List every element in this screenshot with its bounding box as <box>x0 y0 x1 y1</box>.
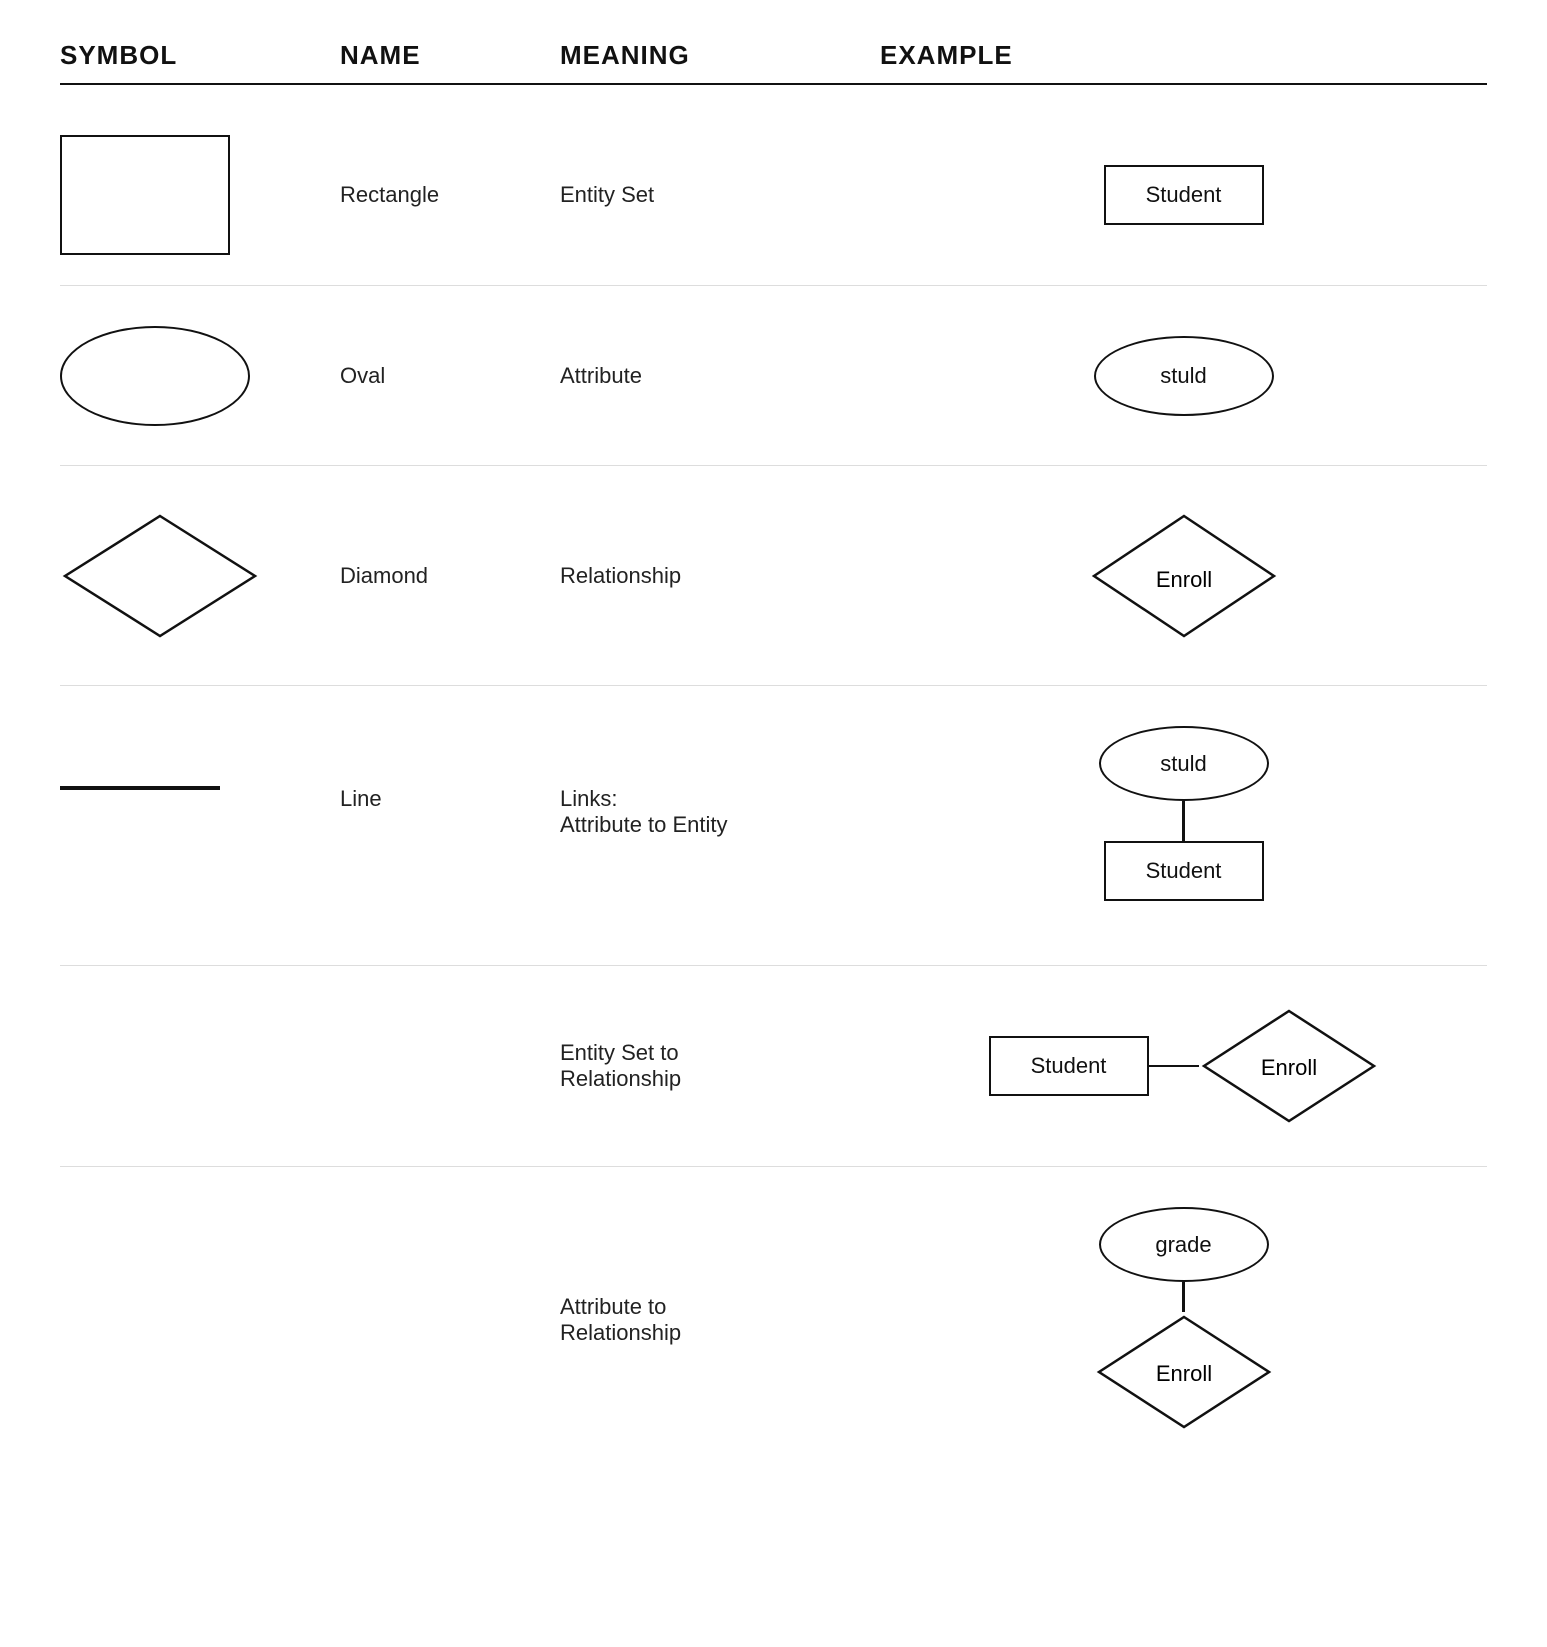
oval-shape <box>60 326 250 426</box>
header-example: EXAMPLE <box>880 40 1487 71</box>
line-example-oval-label: stuld <box>1160 751 1206 777</box>
entity-rel-example-group: Student Enroll <box>989 1006 1379 1126</box>
diamond-shape <box>60 511 260 641</box>
attr-rel-example-group: grade Enroll <box>1094 1207 1274 1432</box>
entity-rel-diamond-label: Enroll <box>1260 1055 1316 1080</box>
entity-rel-diamond: Enroll <box>1199 1006 1379 1126</box>
header-name: NAME <box>340 40 560 71</box>
example-rectangle: Student <box>880 165 1487 225</box>
example-entity-rel: Student Enroll <box>880 1006 1487 1126</box>
entity-rel-rect: Student <box>989 1036 1149 1096</box>
line-shape <box>60 786 220 790</box>
name-rectangle: Rectangle <box>340 182 560 208</box>
meaning-diamond: Relationship <box>560 563 880 589</box>
symbol-line <box>60 726 340 790</box>
table-header: SYMBOL NAME MEANING EXAMPLE <box>60 40 1487 85</box>
attr-rel-diamond-label: Enroll <box>1155 1361 1211 1386</box>
example-oval-shape: stuld <box>1094 336 1274 416</box>
line-example-oval: stuld <box>1099 726 1269 801</box>
example-line: stuld Student <box>880 726 1487 901</box>
attr-rel-oval-label: grade <box>1155 1232 1211 1258</box>
symbol-rectangle <box>60 135 340 255</box>
meaning-line: Links: Attribute to Entity <box>560 726 880 838</box>
attr-rel-diamond: Enroll <box>1094 1312 1274 1432</box>
line-example-group: stuld Student <box>1099 726 1269 901</box>
meaning-entity-rel: Entity Set to Relationship <box>560 1040 880 1092</box>
meaning-rectangle: Entity Set <box>560 182 880 208</box>
example-rectangle-label: Student <box>1146 182 1222 208</box>
line-example-rect-label: Student <box>1146 858 1222 884</box>
example-diamond-shape: Enroll <box>1089 511 1279 641</box>
entity-rel-rect-label: Student <box>1031 1053 1107 1079</box>
example-diamond: Enroll <box>880 511 1487 641</box>
name-oval: Oval <box>340 363 560 389</box>
example-rectangle-shape: Student <box>1104 165 1264 225</box>
name-line: Line <box>340 726 560 812</box>
row-line: Line Links: Attribute to Entity stuld St… <box>60 686 1487 966</box>
meaning-attr-rel-1: Attribute to <box>560 1294 666 1319</box>
attr-rel-oval: grade <box>1099 1207 1269 1282</box>
meaning-attr-rel: Attribute to Relationship <box>560 1294 880 1346</box>
row-attribute-to-relationship: Attribute to Relationship grade Enroll <box>60 1167 1487 1472</box>
line-example-rect: Student <box>1104 841 1264 901</box>
meaning-entity-rel-1: Entity Set to <box>560 1040 679 1065</box>
example-diamond-label: Enroll <box>1155 566 1211 591</box>
meaning-attr-rel-2: Relationship <box>560 1320 681 1345</box>
header-meaning: MEANING <box>560 40 880 71</box>
symbol-oval <box>60 326 340 426</box>
example-attr-rel: grade Enroll <box>880 1207 1487 1432</box>
entity-rel-line <box>1149 1065 1199 1068</box>
row-rectangle: Rectangle Entity Set Student <box>60 105 1487 286</box>
symbol-diamond <box>60 511 340 641</box>
row-oval: Oval Attribute stuld <box>60 286 1487 466</box>
row-entity-set-to-relationship: Entity Set to Relationship Student Enrol… <box>60 966 1487 1167</box>
meaning-entity-rel-2: Relationship <box>560 1066 681 1091</box>
example-diamond-svg: Enroll <box>1089 511 1279 641</box>
example-oval-label: stuld <box>1160 363 1206 389</box>
attr-rel-connector <box>1182 1282 1185 1312</box>
rectangle-shape <box>60 135 230 255</box>
meaning-oval: Attribute <box>560 363 880 389</box>
header-symbol: SYMBOL <box>60 40 340 71</box>
entity-rel-diamond-svg: Enroll <box>1199 1006 1379 1126</box>
name-diamond: Diamond <box>340 563 560 589</box>
row-diamond: Diamond Relationship Enroll <box>60 466 1487 686</box>
attr-rel-diamond-svg: Enroll <box>1094 1312 1274 1432</box>
line-example-connector <box>1182 801 1185 841</box>
meaning-line-1: Links: <box>560 786 617 811</box>
example-oval: stuld <box>880 336 1487 416</box>
meaning-line-2: Attribute to Entity <box>560 812 728 837</box>
